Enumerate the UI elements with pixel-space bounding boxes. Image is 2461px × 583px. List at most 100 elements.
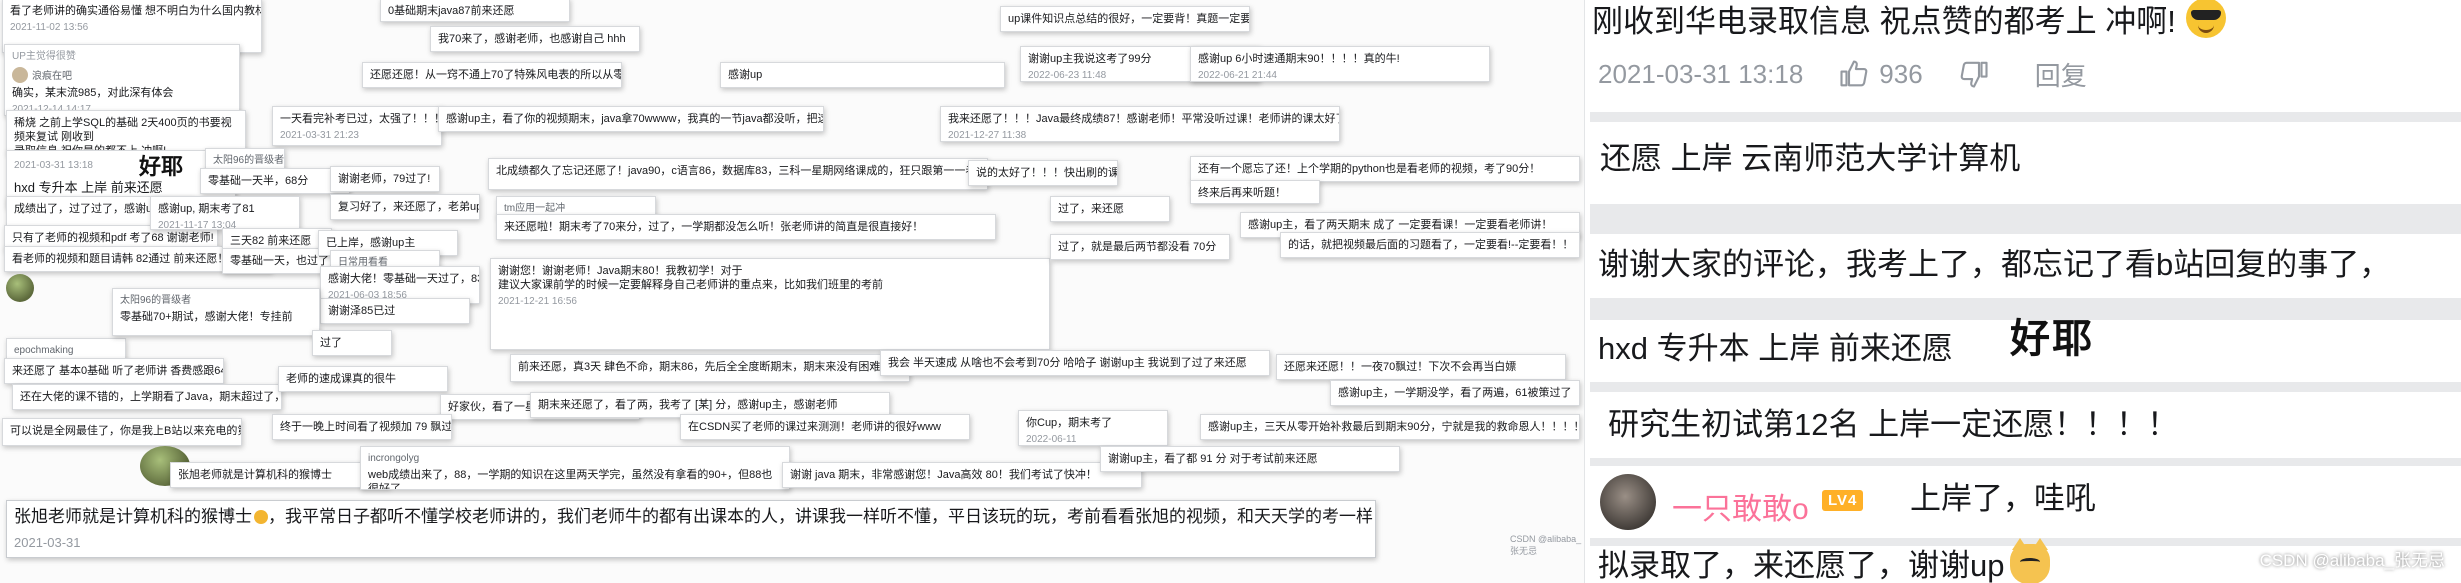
comment-text: hxd 专升本 上岸 前来还愿 <box>1598 331 1953 366</box>
comment-text: 期末来还愿了，看了两，我考了 [某] 分，感谢up主，感谢老师 <box>538 399 838 411</box>
dislike-button[interactable] <box>1959 59 1999 89</box>
comment-text: 确实，某末流985，对此深有体会 <box>12 87 174 99</box>
comment-text: 在CSDN买了老师的课过来测测！老师讲的很好www <box>688 421 941 433</box>
comment-text: 还有一个愿忘了还！上个学期的python也是看老师的视频，考了90分！ <box>1198 163 1541 175</box>
comment-panel: 刚收到华电录取信息 祝点赞的都考上 冲啊! 2021-03-31 13:18 9… <box>1590 0 2461 583</box>
comment-text: 终来后再来听题！ <box>1198 187 1286 199</box>
comment-text: hxd 专升本 上岸 前来还愿 <box>14 180 163 195</box>
comment-card: 谢谢 java 期末，非常感谢您！Java高效 80！我们考试了快冲！ <box>782 462 1142 488</box>
comment-username[interactable]: 一只敢敢o <box>1672 484 1809 528</box>
comment-text: 终于一晚上时间看了视频加 79 飘过 <box>280 421 452 433</box>
comment-text: 0基础期末java87前来还愿 <box>388 5 515 17</box>
like-button[interactable]: 936 <box>1839 59 1923 90</box>
comment-date: 2022-06-11 <box>1026 434 1077 445</box>
comment-card: 北成绩都久了忘记还愿了！java90，c语言86，数据库83，三科一星期网络课成… <box>488 158 988 190</box>
comment-text: 你Cup，期末考了 <box>1026 417 1113 429</box>
comment-card: 过了，来还愿 <box>1050 196 1170 222</box>
comment-date: 2021-12-21 16:56 <box>498 296 577 307</box>
comment-username: 太阳96的晋级者 <box>120 295 192 306</box>
comment-card: 还愿还愿！从一窍不通上70了特殊风电表的所以从零基础开始的 <box>362 62 622 88</box>
comment-date: 2021-11-02 13:56 <box>10 22 89 33</box>
comment-card: 感谢up主，看了你的视频期末，java拿70wwww，我真的一节java都没听，… <box>438 106 824 132</box>
level-badge: LV4 <box>1822 490 1864 511</box>
comment-item: 研究生初试第12名 上岸一定还愿！！！！ <box>1590 392 2461 458</box>
comment-card: 我来还愿了！！！Java最终成绩87！感谢老师！平常没听过课！老师讲的课太好了！… <box>940 106 1340 142</box>
haoye-sticker: 好耶 <box>2010 316 2094 362</box>
comment-card: 还在大佬的课不错的，上学期看了Java，期末超过了，认真看同名考试发现信不对称 <box>12 384 282 410</box>
avatar <box>12 67 28 83</box>
comment-card: 太阳96的晋级者 零基础70+期试，感谢大佬！专挂前 <box>112 288 320 336</box>
comment-card: 一天看完补考已过，太强了！！！ 2021-03-31 21:23 <box>272 106 442 146</box>
separator <box>1590 382 2461 392</box>
comment-card: 我70来了，感谢老师，也感谢自己 hhh <box>430 26 640 52</box>
comment-text: 北成绩都久了忘记还愿了！java90，c语言86，数据库83，三科一星期网络课成… <box>496 165 987 177</box>
comment-item: 还愿 上岸 云南师范大学计算机 <box>1590 122 2461 204</box>
comment-text: web成绩出来了，88，一学期的知识在这里两天学完，虽然没有拿看的90+，但88… <box>368 469 773 490</box>
comment-card: UP主觉得很赞 浪痕在吧 确实，某末流985，对此深有体会 2021-12-14… <box>4 44 240 116</box>
comment-text: 零基础70+期试，感谢大佬！专挂前 <box>120 311 293 323</box>
comment-card: 0基础期末java87前来还愿 <box>380 0 570 22</box>
comment-card: incrongolyg web成绩出来了，88，一学期的知识在这里两天学完，虽然… <box>360 446 790 490</box>
comment-text: 感谢up主，一学期没学，看了两遍，61被策过了 <box>1338 387 1572 399</box>
comment-item: hxd 专升本 上岸 前来还愿 好耶 <box>1590 316 2461 382</box>
comment-card: 可以说是全网最佳了，你是我上B站以来充电的第一个up <box>2 418 242 446</box>
cat-emoji-icon <box>2010 538 2051 583</box>
comment-card: up课件知识点总结的很好，一定要背！真题一定要看！ <box>1000 6 1250 32</box>
comment-date: 2021-12-27 11:38 <box>948 130 1027 141</box>
comment-card: 还有一个愿忘了还！上个学期的python也是看老师的视频，考了90分！ <box>1190 156 1580 182</box>
comment-text: 已上岸，感谢up主 <box>326 237 416 249</box>
comment-text: 只有了老师的视频和pdf 考了68 谢谢老师! <box>12 232 214 244</box>
comment-text: 复习好了，来还愿了，老弟up <box>338 201 480 213</box>
comment-text: 过了，就是最后两节都没看 70分 <box>1058 241 1217 253</box>
comment-text: 感谢up主，看了两天期末 成了 一定要看课！一定要看老师讲！ <box>1248 219 1553 231</box>
comment-text: 还在大佬的课不错的，上学期看了Java，期末超过了，认真看同名考试发现信不对称 <box>20 391 281 403</box>
avatar <box>6 274 34 302</box>
comment-text: 一天看完补考已过，太强了！！！ <box>280 113 442 125</box>
avatar[interactable] <box>1600 474 1656 530</box>
haoye-sticker: 好耶 <box>139 155 184 180</box>
comment-username: incrongolyg <box>368 453 420 464</box>
comment-text: 可以说是全网最佳了，你是我上B站以来充电的第一个up <box>10 425 241 437</box>
comment-text: 上岸了，哇吼 <box>1910 481 2096 516</box>
comment-text: 我来还愿了！！！Java最终成绩87！感谢老师！平常没听过课！老师讲的课太好了！… <box>948 113 1340 125</box>
comment-text: 稀烧 之前上学SQL的基础 2天400页的书要视频来复试 刚收到 <box>14 117 232 143</box>
comment-text: 感谢大佬！零基础一天过了，83 <box>328 273 480 285</box>
comment-text: 看了老师讲的确实通俗易懂 想不明白为什么国内教材和老师上课把高手不流人话 一个简… <box>10 5 262 17</box>
comment-text: 感谢up, 期末考了81 <box>158 203 255 215</box>
comment-text: 研究生初试第12名 上岸一定还愿！！！！ <box>1608 407 2179 442</box>
comment-text: 谢谢 java 期末，非常感谢您！Java高效 80！我们考试了快冲！ <box>790 469 1097 481</box>
comment-text: 谢谢老师，79过了! <box>338 173 431 185</box>
comment-text: 拟录取了，来还愿了，谢谢up <box>1598 538 2051 583</box>
comment-item: 刚收到华电录取信息 祝点赞的都考上 冲啊! 2021-03-31 13:18 9… <box>1590 0 2461 112</box>
comment-card: 谢谢泽85已过 <box>320 298 470 324</box>
comment-text: 我会 半天速成 从啥也不会考到70分 哈哈子 谢谢up主 我说到了过了来还愿 <box>888 357 1247 369</box>
comment-card: 过了 <box>312 330 392 356</box>
comment-card: 复习好了，来还愿了，老弟up <box>330 194 480 220</box>
comment-username: epochmaking <box>14 345 74 356</box>
comment-text: 三天82 前来还愿 <box>230 235 312 247</box>
collage-watermark: CSDN @alibaba_张无忌 <box>1510 534 1582 556</box>
comment-text: 还愿 上岸 云南师范大学计算机 <box>1600 141 2021 176</box>
comment-text: 的话，就把视频最后面的习题看了，一定要看!--定要看！！ <box>1288 239 1574 251</box>
comment-card: 谢谢您！谢谢老师！Java期末80！我教初学！对于 建议大家课前学的时候一定要解… <box>490 258 1050 350</box>
comment-text: 说的太好了！！！快出刷的课 <box>976 167 1118 179</box>
comment-card: 太阳96的晋级者 <box>205 148 285 170</box>
comment-text: 过了，来还愿 <box>1058 203 1124 215</box>
reply-button[interactable]: 回复 <box>2035 56 2087 93</box>
comment-text: 来还愿了 基本0基础 听了老师讲 香费感跟64 <box>12 365 224 377</box>
comment-card: 来还愿啦！期末考了70来分，过了，一学期都没怎么听！张老师讲的简直是很直接好！ <box>496 214 996 240</box>
separator <box>1590 204 2461 234</box>
comment-text: 我70来了，感谢老师，也感谢自己 hhh <box>438 33 626 45</box>
comment-card: 张旭老师就是计算机科的猴博士 <box>170 462 390 488</box>
csdn-watermark: CSDN @alibaba_张无忌 <box>2259 551 2445 570</box>
comment-text: 感谢up <box>728 69 763 81</box>
comment-date: 2021-03-31 13:18 <box>1598 58 1804 89</box>
comment-card: 感谢up, 期末考了81 2021-11-17 13:04 <box>150 196 300 230</box>
comment-card: 在CSDN买了老师的课过来测测！老师讲的很好www <box>680 414 970 440</box>
comment-card: 还愿来还愿！！一夜70飘过！下次不会再当白嫖 <box>1276 354 1566 380</box>
comment-meta: 2021-03-31 13:18 936 回复 <box>1598 54 2123 94</box>
comment-date: 2022-06-21 21:44 <box>1198 70 1277 81</box>
comment-username: 浪痕在吧 <box>12 67 232 84</box>
comment-card: 来还愿了 基本0基础 听了老师讲 香费感跟64 <box>4 358 224 384</box>
comment-collage: 看了老师讲的确实通俗易懂 想不明白为什么国内教材和老师上课把高手不流人话 一个简… <box>0 0 1585 583</box>
